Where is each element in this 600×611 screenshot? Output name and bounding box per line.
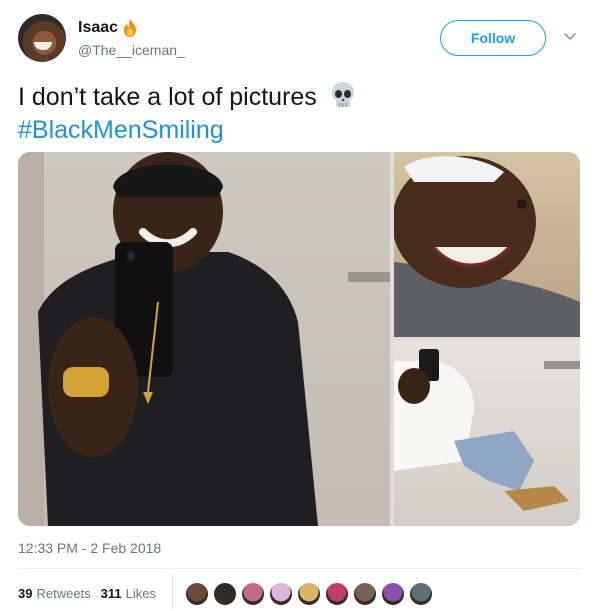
liker-avatar[interactable] bbox=[240, 581, 266, 607]
liker-avatar[interactable] bbox=[352, 581, 378, 607]
liker-avatar[interactable] bbox=[268, 581, 294, 607]
fire-icon bbox=[121, 18, 139, 38]
tweet-stats: 39 Retweets 311 Likes bbox=[18, 586, 166, 601]
photo-full-body[interactable] bbox=[394, 341, 580, 526]
liker-avatar[interactable] bbox=[380, 581, 406, 607]
media-grid bbox=[18, 152, 580, 526]
liker-avatar[interactable] bbox=[408, 581, 434, 607]
liker-avatar[interactable] bbox=[324, 581, 350, 607]
hashtag-link[interactable]: #BlackMenSmiling bbox=[18, 116, 224, 144]
author-name-row[interactable]: Isaac bbox=[78, 18, 139, 38]
divider bbox=[18, 568, 582, 569]
liker-avatar[interactable] bbox=[184, 581, 210, 607]
likes-label: Likes bbox=[125, 586, 157, 601]
author-handle[interactable]: @The__iceman_ bbox=[78, 42, 185, 58]
chevron-down-icon[interactable] bbox=[562, 28, 578, 44]
liker-avatar[interactable] bbox=[212, 581, 238, 607]
likes-count: 311 bbox=[100, 586, 122, 601]
follow-button[interactable]: Follow bbox=[440, 20, 546, 56]
tweet-timestamp[interactable]: 12:33 PM - 2 Feb 2018 bbox=[18, 540, 161, 556]
tweet-body: I don’t take a lot of pictures bbox=[18, 83, 317, 111]
retweets-label: Retweets bbox=[36, 586, 91, 601]
tweet-text: I don’t take a lot of pictures #BlackMen… bbox=[18, 80, 582, 147]
retweets-stat[interactable]: 39 Retweets bbox=[18, 586, 91, 601]
author-display-name[interactable]: Isaac bbox=[78, 19, 118, 37]
avatar[interactable] bbox=[18, 14, 66, 62]
liker-avatar[interactable] bbox=[296, 581, 322, 607]
skull-icon bbox=[328, 80, 358, 110]
likes-stat[interactable]: 311 Likes bbox=[101, 586, 156, 601]
photo-mirror-selfie[interactable] bbox=[18, 152, 390, 526]
avatar-smile bbox=[34, 42, 52, 50]
retweets-count: 39 bbox=[18, 586, 33, 601]
photo-close-up-smile[interactable] bbox=[394, 152, 580, 337]
tweet-header: Isaac @The__iceman_ Follow bbox=[18, 12, 582, 68]
liker-avatars bbox=[184, 581, 436, 607]
stats-divider bbox=[172, 574, 173, 610]
